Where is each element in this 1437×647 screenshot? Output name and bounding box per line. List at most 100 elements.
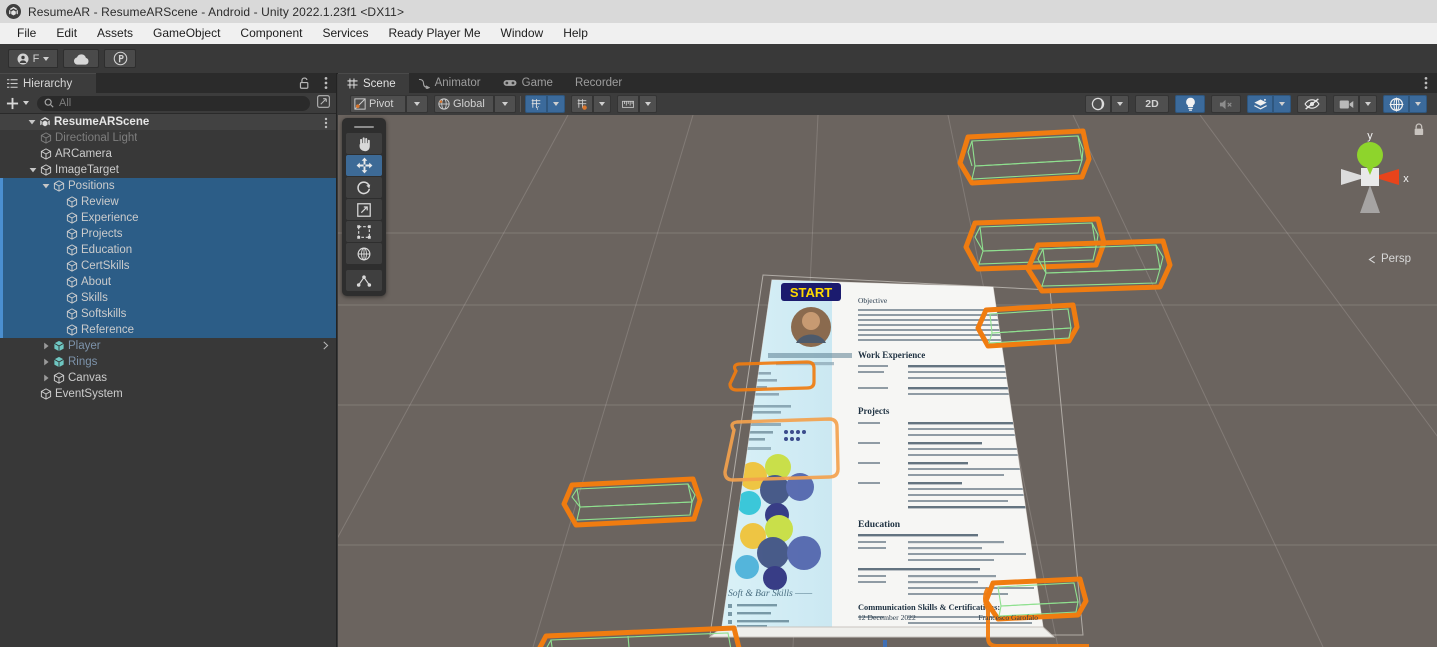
rect-tool-button[interactable] bbox=[346, 221, 382, 242]
hierarchy-item-label: Education bbox=[81, 244, 133, 256]
hierarchy-item-arcamera[interactable]: ARCamera bbox=[0, 146, 336, 162]
expand-arrow-icon[interactable] bbox=[40, 182, 51, 190]
hidden-objects-button[interactable] bbox=[1297, 95, 1327, 113]
hierarchy-item-directional-light[interactable]: Directional Light bbox=[0, 130, 336, 146]
menu-item-file[interactable]: File bbox=[7, 23, 46, 44]
tool-palette-grip[interactable] bbox=[342, 121, 386, 132]
expand-arrow-icon[interactable] bbox=[26, 118, 37, 126]
menu-item-ready-player-me[interactable]: Ready Player Me bbox=[378, 23, 490, 44]
scene-view-gizmo[interactable]: y x bbox=[1327, 127, 1413, 227]
snap-increment-button[interactable] bbox=[617, 95, 639, 113]
hierarchy-item-experience[interactable]: Experience bbox=[0, 210, 336, 226]
shading-mode-button[interactable] bbox=[1085, 95, 1111, 113]
tab-game[interactable]: Game bbox=[494, 73, 566, 93]
chevron-down-icon bbox=[1279, 102, 1285, 106]
handle-space-dropdown[interactable] bbox=[494, 95, 516, 113]
handle-space-button[interactable]: Global bbox=[434, 95, 494, 113]
hierarchy-scene-root[interactable]: ResumeARScene bbox=[0, 114, 336, 130]
move-tool-button[interactable] bbox=[346, 155, 382, 176]
menu-item-services[interactable]: Services bbox=[312, 23, 378, 44]
tab-scene[interactable]: Scene bbox=[338, 73, 409, 93]
gizmos-dropdown[interactable] bbox=[1409, 95, 1427, 113]
hierarchy-tree[interactable]: ResumeARScene Directional Light ARCamera I… bbox=[0, 114, 336, 647]
rotate-tool-button[interactable] bbox=[346, 177, 382, 198]
tab-recorder[interactable]: Recorder bbox=[566, 73, 635, 93]
menu-item-gameobject[interactable]: GameObject bbox=[143, 23, 230, 44]
search-input[interactable]: All bbox=[37, 95, 310, 111]
expand-arrow-icon[interactable] bbox=[40, 358, 51, 366]
pivot-button[interactable]: Pivot bbox=[350, 95, 406, 113]
hierarchy-item-education[interactable]: Education bbox=[0, 242, 336, 258]
tab-animator[interactable]: Animator bbox=[409, 73, 494, 93]
overflow-arrow-icon[interactable] bbox=[322, 341, 329, 353]
hierarchy-item-imagetarget[interactable]: ImageTarget bbox=[0, 162, 336, 178]
grid-axis-dropdown[interactable] bbox=[547, 95, 565, 113]
hierarchy-item-canvas[interactable]: Canvas bbox=[0, 370, 336, 386]
custom-tool-button[interactable] bbox=[346, 270, 382, 291]
shading-mode-dropdown[interactable] bbox=[1111, 95, 1129, 113]
grid-snap-button[interactable] bbox=[571, 95, 593, 113]
menu-item-window[interactable]: Window bbox=[491, 23, 554, 44]
hierarchy-item-about[interactable]: About bbox=[0, 274, 336, 290]
hand-tool-button[interactable] bbox=[346, 133, 382, 154]
pivot-dropdown[interactable] bbox=[406, 95, 428, 113]
audio-toggle-button[interactable] bbox=[1211, 95, 1241, 113]
gameobject-icon bbox=[64, 228, 79, 240]
hierarchy-item-review[interactable]: Review bbox=[0, 194, 336, 210]
scene-tool-palette[interactable] bbox=[342, 118, 386, 296]
shaded-sphere-icon bbox=[1091, 97, 1105, 111]
hierarchy-icon bbox=[7, 79, 18, 88]
gizmos-toggle-button[interactable] bbox=[1383, 95, 1409, 113]
tab-hierarchy[interactable]: Hierarchy bbox=[0, 73, 96, 93]
effects-toggle-button[interactable] bbox=[1247, 95, 1273, 113]
create-object-button[interactable] bbox=[6, 97, 29, 110]
toggle-2d-button[interactable]: 2D bbox=[1135, 95, 1169, 113]
hierarchy-item-reference[interactable]: Reference bbox=[0, 322, 336, 338]
scale-icon bbox=[357, 202, 371, 217]
collab-button[interactable] bbox=[104, 49, 136, 68]
lock-open-icon[interactable] bbox=[299, 77, 310, 92]
menu-item-edit[interactable]: Edit bbox=[46, 23, 87, 44]
snap-increment-dropdown[interactable] bbox=[639, 95, 657, 113]
scale-tool-button[interactable] bbox=[346, 199, 382, 220]
resume-footer-date: 12 December 2022 bbox=[858, 613, 916, 622]
hierarchy-item-skills[interactable]: Skills bbox=[0, 290, 336, 306]
scene-viewport[interactable]: START Soft & Bar Skills —— Objective Wor… bbox=[338, 115, 1437, 647]
hierarchy-item-rings[interactable]: Rings bbox=[0, 354, 336, 370]
grid-snap-dropdown[interactable] bbox=[593, 95, 611, 113]
menu-item-assets[interactable]: Assets bbox=[87, 23, 143, 44]
gameobject-icon bbox=[64, 324, 79, 336]
scene-camera-dropdown[interactable] bbox=[1359, 95, 1377, 113]
hierarchy-item-positions[interactable]: Positions bbox=[0, 178, 336, 194]
selection-bar bbox=[0, 258, 3, 274]
menu-item-component[interactable]: Component bbox=[230, 23, 312, 44]
scene-root-label: ResumeARScene bbox=[54, 116, 150, 128]
effects-dropdown[interactable] bbox=[1273, 95, 1291, 113]
gizmo-perspective-label-group[interactable]: Persp bbox=[1368, 253, 1411, 265]
hierarchy-item-player[interactable]: Player bbox=[0, 338, 336, 354]
chevron-down-icon bbox=[553, 102, 559, 106]
grid-axis-button[interactable]: Y bbox=[525, 95, 547, 113]
transform-tool-button[interactable] bbox=[346, 243, 382, 264]
hierarchy-item-projects[interactable]: Projects bbox=[0, 226, 336, 242]
tab-animator-label: Animator bbox=[434, 77, 481, 89]
lighting-toggle-button[interactable] bbox=[1175, 95, 1205, 113]
cloud-button[interactable] bbox=[63, 49, 99, 68]
object-picker-icon[interactable] bbox=[317, 95, 330, 111]
expand-arrow-icon[interactable] bbox=[40, 342, 51, 350]
menu-item-help[interactable]: Help bbox=[553, 23, 598, 44]
hierarchy-item-certskills[interactable]: CertSkills bbox=[0, 258, 336, 274]
scene-camera-button[interactable] bbox=[1333, 95, 1359, 113]
hierarchy-item-softskills[interactable]: Softskills bbox=[0, 306, 336, 322]
scene-kebab-icon[interactable] bbox=[1424, 76, 1428, 93]
account-button[interactable]: F bbox=[8, 49, 58, 68]
expand-arrow-icon[interactable] bbox=[40, 374, 51, 382]
hierarchy-kebab-icon[interactable] bbox=[324, 76, 328, 93]
gizmo-lock-icon[interactable] bbox=[1413, 123, 1425, 139]
hand-icon bbox=[359, 136, 370, 151]
hierarchy-item-label: Positions bbox=[68, 180, 115, 192]
hierarchy-item-label: CertSkills bbox=[81, 260, 130, 272]
gameobject-icon bbox=[64, 244, 79, 256]
expand-arrow-icon[interactable] bbox=[27, 166, 38, 174]
hierarchy-item-eventsystem[interactable]: EventSystem bbox=[0, 386, 336, 402]
